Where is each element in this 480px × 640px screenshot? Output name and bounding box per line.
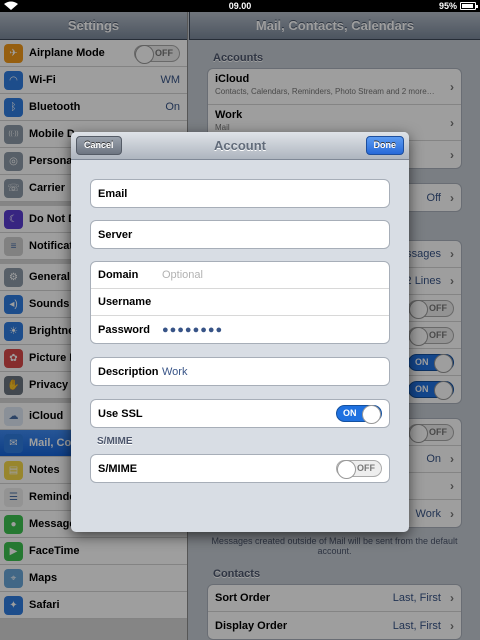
domain-field[interactable]: Domain Optional xyxy=(91,262,389,289)
server-label: Server xyxy=(98,228,133,241)
description-group: Description Work xyxy=(90,357,390,386)
ssl-row: Use SSL ON xyxy=(91,400,389,427)
smime-header: S/MIME xyxy=(97,436,133,447)
battery-percent: 95% xyxy=(438,1,457,11)
username-label: Username xyxy=(98,296,152,308)
password-field[interactable]: Password ●●●●●●●● xyxy=(91,316,389,343)
smime-label: S/MIME xyxy=(98,462,138,475)
description-value: Work xyxy=(162,365,188,378)
account-sheet-header: Cancel Account Done xyxy=(71,132,409,160)
smime-group: S/MIME OFF xyxy=(90,454,390,483)
description-field[interactable]: Description Work xyxy=(91,358,389,385)
ssl-label: Use SSL xyxy=(98,407,143,420)
status-bar: 09.00 95% xyxy=(0,0,480,12)
password-label: Password xyxy=(98,323,150,336)
domain-placeholder: Optional xyxy=(162,269,203,281)
email-field[interactable]: Email xyxy=(91,180,389,207)
domain-label: Domain xyxy=(98,269,139,281)
cancel-button[interactable]: Cancel xyxy=(76,136,122,155)
server-group: Server xyxy=(90,220,390,249)
battery-icon xyxy=(460,2,478,10)
ssl-toggle[interactable]: ON xyxy=(336,405,382,424)
account-sheet: Cancel Account Done Email Server Domain … xyxy=(71,132,409,532)
username-field[interactable]: Username xyxy=(91,289,389,316)
email-group: Email xyxy=(90,179,390,208)
screen: Settings ✈ Airplane Mode OFF ◠ Wi-Fi WM ᛒ Bluet… xyxy=(0,12,480,640)
description-label: Description xyxy=(98,365,159,378)
done-button[interactable]: Done xyxy=(365,136,404,155)
status-time: 09.00 xyxy=(228,1,252,11)
credentials-group: Domain Optional Username Password ●●●●●●… xyxy=(90,261,390,344)
smime-toggle[interactable]: OFF xyxy=(336,460,382,479)
server-field[interactable]: Server xyxy=(91,221,389,248)
email-label: Email xyxy=(98,187,128,200)
password-value: ●●●●●●●● xyxy=(162,323,224,336)
ssl-group: Use SSL ON xyxy=(90,399,390,428)
account-sheet-title: Account xyxy=(214,138,266,153)
smime-row: S/MIME OFF xyxy=(91,455,389,482)
